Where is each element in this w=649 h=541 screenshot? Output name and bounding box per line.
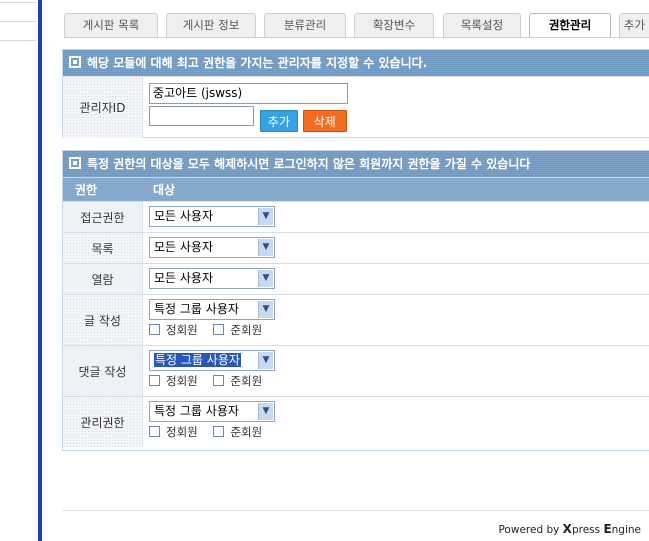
powered-by-text: Powered by	[498, 524, 560, 536]
checkbox-icon[interactable]	[149, 324, 160, 335]
perm-select-list[interactable]: 모든 사용자 ▼	[149, 237, 275, 258]
permission-column-header: 권한 대상	[63, 177, 649, 201]
tab-bar: 게시판 목록 게시판 정보 분류관리 확장변수 목록설정 권한관리 추가 설	[64, 13, 649, 39]
dropdown-arrow-icon[interactable]: ▼	[258, 301, 273, 318]
perm-label: 글 작성	[63, 295, 143, 345]
left-divider	[0, 2, 36, 3]
permission-panel: 특정 권한의 대상을 모두 해제하시면 로그인하지 않은 회원까지 권한을 가질…	[62, 150, 649, 451]
admin-panel-header: 해당 모듈에 대해 최고 권한을 가지는 관리자를 지정할 수 있습니다.	[63, 50, 649, 76]
perm-label: 목록	[63, 233, 143, 263]
tab-list-settings[interactable]: 목록설정	[443, 13, 521, 37]
perm-row-write: 글 작성 특정 그룹 사용자 ▼ 정회원 준회원	[63, 294, 649, 345]
perm-label: 접근권한	[63, 202, 143, 232]
permission-panel-title: 특정 권한의 대상을 모두 해제하시면 로그인하지 않은 회원까지 권한을 가질…	[87, 157, 531, 171]
perm-select-view[interactable]: 모든 사용자 ▼	[149, 268, 275, 289]
tab-permissions[interactable]: 권한관리	[529, 13, 611, 38]
footer-divider	[62, 510, 649, 511]
delete-admin-button[interactable]: 삭제	[302, 110, 347, 132]
admin-row: 관리자ID 중고아트 (jswss) 추가 삭제	[63, 76, 649, 138]
admin-id-label: 관리자ID	[63, 77, 143, 138]
left-frame	[0, 0, 38, 541]
left-divider	[0, 21, 36, 22]
perm-label: 열람	[63, 264, 143, 294]
main-content: 게시판 목록 게시판 정보 분류관리 확장변수 목록설정 권한관리 추가 설 해…	[42, 0, 649, 541]
tab-category[interactable]: 분류관리	[264, 13, 346, 37]
left-divider	[0, 40, 36, 41]
perm-row-access: 접근권한 모든 사용자 ▼	[63, 201, 649, 232]
dropdown-arrow-icon[interactable]: ▼	[258, 352, 273, 369]
group-label-regular: 정회원	[166, 374, 198, 388]
tab-board-info[interactable]: 게시판 정보	[166, 13, 256, 37]
add-admin-button[interactable]: 추가	[259, 110, 298, 132]
tab-additional[interactable]: 추가 설	[619, 13, 649, 37]
perm-label: 댓글 작성	[63, 346, 143, 396]
perm-select-manager[interactable]: 특정 그룹 사용자 ▼	[149, 401, 275, 422]
group-label-associate: 준회원	[230, 374, 263, 388]
panel-header-icon	[69, 56, 81, 68]
perm-select-write[interactable]: 특정 그룹 사용자 ▼	[149, 299, 275, 320]
dropdown-arrow-icon[interactable]: ▼	[258, 270, 273, 287]
perm-row-view: 열람 모든 사용자 ▼	[63, 263, 649, 294]
tab-board-list[interactable]: 게시판 목록	[64, 13, 158, 37]
xe-brand-x: X	[562, 522, 572, 536]
group-label-regular: 정회원	[166, 323, 198, 337]
checkbox-icon[interactable]	[149, 426, 160, 437]
admin-panel-title: 해당 모듈에 대해 최고 권한을 가지는 관리자를 지정할 수 있습니다.	[87, 56, 428, 70]
group-label-associate: 준회원	[230, 425, 263, 439]
admin-id-input[interactable]	[149, 106, 254, 126]
tab-extra-vars[interactable]: 확장변수	[354, 13, 434, 37]
dropdown-arrow-icon[interactable]: ▼	[258, 239, 273, 256]
permission-panel-header: 특정 권한의 대상을 모두 해제하시면 로그인하지 않은 회원까지 권한을 가질…	[63, 151, 649, 177]
checkbox-icon[interactable]	[213, 426, 225, 437]
perm-row-manager: 관리권한 특정 그룹 사용자 ▼ 정회원 준회원	[63, 396, 649, 447]
panel-header-icon	[69, 157, 81, 169]
admin-panel: 해당 모듈에 대해 최고 권한을 가지는 관리자를 지정할 수 있습니다. 관리…	[62, 49, 649, 138]
admin-list-item[interactable]: 중고아트 (jswss)	[153, 86, 242, 100]
dropdown-arrow-icon[interactable]: ▼	[258, 403, 273, 420]
group-label-associate: 준회원	[230, 323, 263, 337]
perm-row-list: 목록 모든 사용자 ▼	[63, 232, 649, 263]
perm-select-comment[interactable]: 특정 그룹 사용자 ▼	[149, 350, 275, 371]
group-label-regular: 정회원	[166, 425, 198, 439]
checkbox-icon[interactable]	[213, 375, 225, 386]
perm-label: 관리권한	[63, 397, 143, 447]
xe-brand-engine: ngine	[611, 524, 641, 536]
checkbox-icon[interactable]	[149, 375, 160, 386]
perm-select-access[interactable]: 모든 사용자 ▼	[149, 206, 275, 227]
xe-brand-press: press	[571, 524, 601, 536]
footer: Powered by Xpress Engine	[498, 522, 641, 536]
tab-underline	[64, 37, 649, 38]
col-target: 대상	[153, 183, 176, 197]
dropdown-arrow-icon[interactable]: ▼	[258, 208, 273, 225]
perm-row-comment: 댓글 작성 특정 그룹 사용자 ▼ 정회원 준회원	[63, 345, 649, 396]
checkbox-icon[interactable]	[213, 324, 225, 335]
admin-list-box[interactable]: 중고아트 (jswss)	[149, 83, 348, 104]
col-permission: 권한	[75, 183, 98, 197]
xe-brand-e: E	[603, 522, 612, 536]
